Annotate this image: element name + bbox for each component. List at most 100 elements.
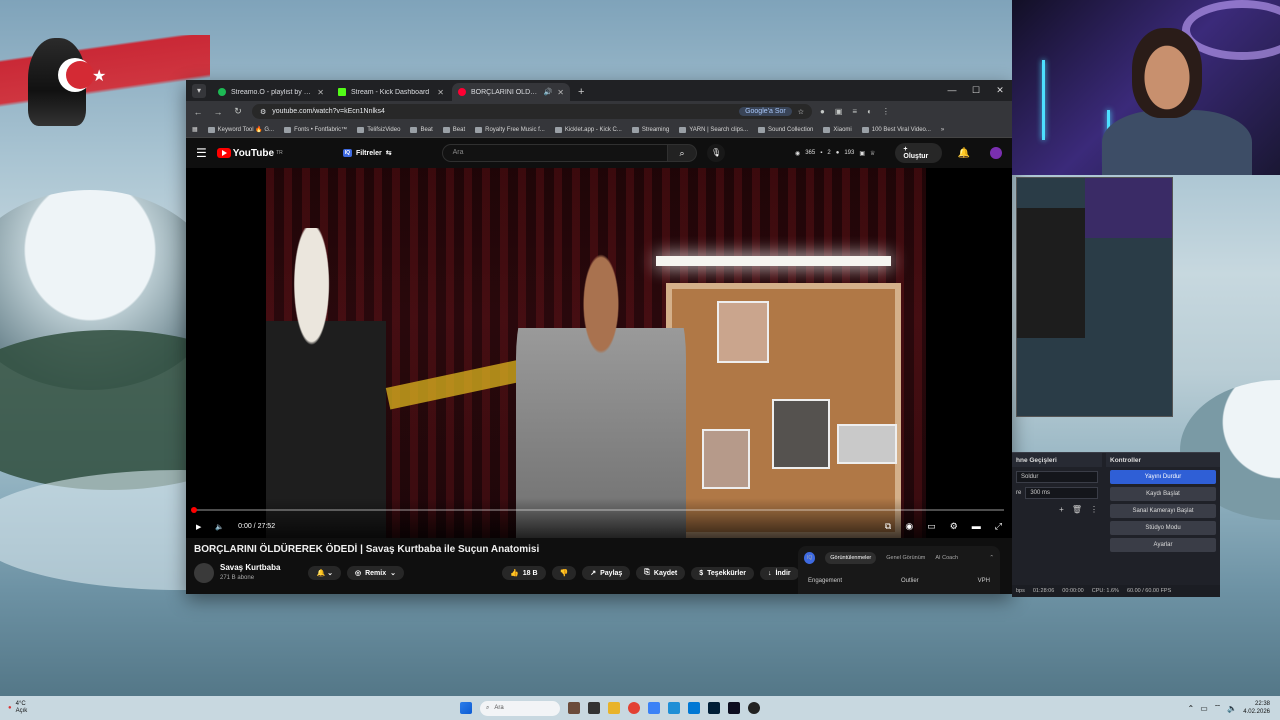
new-tab-button[interactable]: + — [578, 86, 584, 98]
wifi-icon[interactable]: ⌔ — [1214, 703, 1222, 713]
bookmark-item[interactable]: Royalty Free Music f... — [475, 126, 545, 133]
avatar[interactable] — [990, 147, 1002, 159]
bookmark-item[interactable]: Fonts • Fontfabric™ — [284, 126, 347, 133]
bookmark-folder[interactable]: Streaming — [631, 126, 669, 133]
iq-icon[interactable]: ⧉ — [885, 521, 891, 532]
dislike-button[interactable]: 👎 — [551, 566, 577, 580]
profile-icon[interactable]: ◐ — [867, 107, 872, 116]
battery-icon[interactable]: ▭ — [1200, 704, 1208, 713]
apps-icon[interactable]: ▦ — [192, 126, 198, 133]
create-button[interactable]: + Oluştur — [895, 143, 942, 163]
bookmark-folder[interactable]: TelifsizVideo — [357, 126, 400, 133]
bell-icon[interactable]: 🔔 — [958, 148, 970, 159]
app-icon[interactable] — [668, 702, 680, 714]
address-bar[interactable]: ⚙ youtube.com/watch?v=kEcn1Nnlks4 Google… — [252, 104, 812, 119]
task-view-icon[interactable] — [588, 702, 600, 714]
settings-button[interactable]: Ayarlar — [1110, 538, 1216, 552]
tab-spotify[interactable]: Streamo.O - playlist by Shape ✕ — [212, 83, 330, 101]
autoplay-toggle[interactable]: ◉ — [905, 521, 913, 532]
save-button[interactable]: ⎘ Kaydet — [636, 566, 686, 580]
close-window-button[interactable]: ✕ — [988, 80, 1012, 100]
close-icon[interactable]: ✕ — [437, 88, 444, 97]
reload-icon[interactable]: ↻ — [232, 106, 244, 117]
photoshop-icon[interactable] — [708, 702, 720, 714]
file-explorer-icon[interactable] — [608, 702, 620, 714]
close-icon[interactable]: ✕ — [557, 88, 564, 97]
maximize-button[interactable]: ☐ — [964, 80, 988, 100]
more-bookmarks-icon[interactable]: » — [941, 127, 944, 133]
trophy-icon[interactable]: ♕ — [870, 150, 875, 157]
weather-widget[interactable]: ● 4°C Açık — [0, 701, 460, 715]
thanks-button[interactable]: $ Teşekkürler — [691, 566, 754, 580]
video-player[interactable]: ▶ 🔈 0:00 / 27:52 ⧉ ◉ ▭ ⚙ ▬ ⤢ — [186, 168, 1012, 538]
add-icon[interactable]: + — [1059, 505, 1064, 514]
progress-bar[interactable] — [191, 507, 1004, 513]
mic-icon[interactable]: 🎙 — [707, 144, 725, 162]
studio-mode-button[interactable]: Stüdyo Modu — [1110, 521, 1216, 535]
bookmark-folder[interactable]: Sound Collection — [758, 126, 813, 133]
tab-kick[interactable]: Stream - Kick Dashboard ✕ — [332, 83, 450, 101]
chevron-up-icon[interactable]: ⌃ — [1188, 704, 1195, 713]
bookmark-star-icon[interactable]: ☆ — [798, 108, 804, 116]
bookmark-item[interactable]: YARN | Search clips... — [679, 126, 748, 133]
trash-icon[interactable]: 🗑 — [1072, 505, 1082, 514]
bookmark-folder[interactable]: Beat — [442, 126, 465, 133]
bookmark-folder[interactable]: Xiaomi — [823, 126, 852, 133]
channel-name[interactable]: Savaş Kurtbaba — [220, 563, 280, 572]
taskbar-search[interactable]: ⌕ Ara — [480, 700, 560, 716]
close-icon[interactable]: ✕ — [317, 88, 324, 97]
forward-icon[interactable]: → — [212, 107, 224, 117]
puzzle-icon[interactable]: ▣ — [835, 107, 843, 116]
volume-icon[interactable]: 🔈 — [215, 523, 224, 531]
virtual-camera-button[interactable]: Sanal Kamerayı Başlat — [1110, 504, 1216, 518]
fullscreen-icon[interactable]: ⤢ — [995, 521, 1002, 532]
remix-button[interactable]: ◎ Remix ⌄ — [347, 566, 404, 580]
bookmark-item[interactable]: Kicklet.app - Kick C... — [554, 126, 622, 133]
extension-icon[interactable]: ● — [820, 107, 825, 116]
speaker-icon[interactable]: 🔈 — [1227, 704, 1237, 713]
bookmark-item[interactable]: 100 Best Viral Video... — [861, 126, 931, 133]
google-ask-button[interactable]: Google'a Sor — [739, 107, 792, 116]
progress-handle[interactable] — [191, 507, 197, 513]
clock[interactable]: 22:38 4.02.2026 — [1243, 700, 1270, 716]
bookmark-item[interactable]: Keyword Tool 🔥 G... — [207, 126, 274, 133]
site-info-icon[interactable]: ⚙ — [260, 108, 266, 116]
tab-search-icon[interactable]: ▾ — [192, 84, 206, 98]
stop-stream-button[interactable]: Yayını Durdur — [1110, 470, 1216, 484]
theater-icon[interactable]: ▬ — [972, 521, 981, 532]
speaker-icon[interactable]: 🔊 — [544, 88, 553, 96]
notification-bell-button[interactable]: 🔔 ⌄ — [308, 566, 341, 580]
tab-ai-coach[interactable]: AI Coach — [935, 555, 958, 561]
subtitles-icon[interactable]: ▭ — [927, 521, 936, 532]
download-button[interactable]: ↓ İndir — [759, 566, 799, 580]
more-icon[interactable]: ⋮ — [1090, 505, 1098, 514]
like-button[interactable]: 👍 18 B — [502, 566, 546, 580]
tab-overview[interactable]: Genel Görünüm — [886, 555, 925, 561]
media-icon[interactable]: ≡ — [852, 107, 857, 116]
minimize-button[interactable]: — — [940, 80, 964, 100]
start-button[interactable] — [460, 702, 472, 714]
filters-button[interactable]: IQ Filtreler ⇆ — [342, 149, 392, 157]
channel-avatar[interactable] — [194, 563, 214, 583]
premiere-icon[interactable] — [728, 702, 740, 714]
collapse-icon[interactable]: ⌃ — [989, 555, 994, 561]
youtube-logo[interactable]: YouTube TR — [216, 148, 283, 159]
extension-badge-icon[interactable]: ▣ — [859, 150, 865, 157]
search-input[interactable]: Ara — [441, 144, 668, 162]
app-icon[interactable] — [568, 702, 580, 714]
settings-icon[interactable]: ⚙ — [950, 521, 958, 532]
menu-icon[interactable]: ☰ — [196, 146, 207, 160]
play-icon[interactable]: ▶ — [196, 523, 201, 531]
transition-select[interactable]: Soldur — [1016, 471, 1098, 483]
chrome-icon[interactable] — [628, 702, 640, 714]
tab-youtube[interactable]: BORÇLARINI ÖLDÜREREK Ö 🔊 ✕ — [452, 83, 570, 101]
share-button[interactable]: ↗ Paylaş — [582, 566, 631, 580]
copilot-icon[interactable] — [648, 702, 660, 714]
back-icon[interactable]: ← — [192, 107, 204, 117]
search-icon[interactable]: ⌕ — [667, 144, 698, 162]
duration-input[interactable]: 300 ms — [1025, 487, 1098, 499]
menu-icon[interactable]: ⋮ — [882, 107, 890, 116]
tab-views[interactable]: Görüntülenmeler — [825, 552, 877, 564]
obs-icon[interactable] — [748, 702, 760, 714]
store-icon[interactable] — [688, 702, 700, 714]
